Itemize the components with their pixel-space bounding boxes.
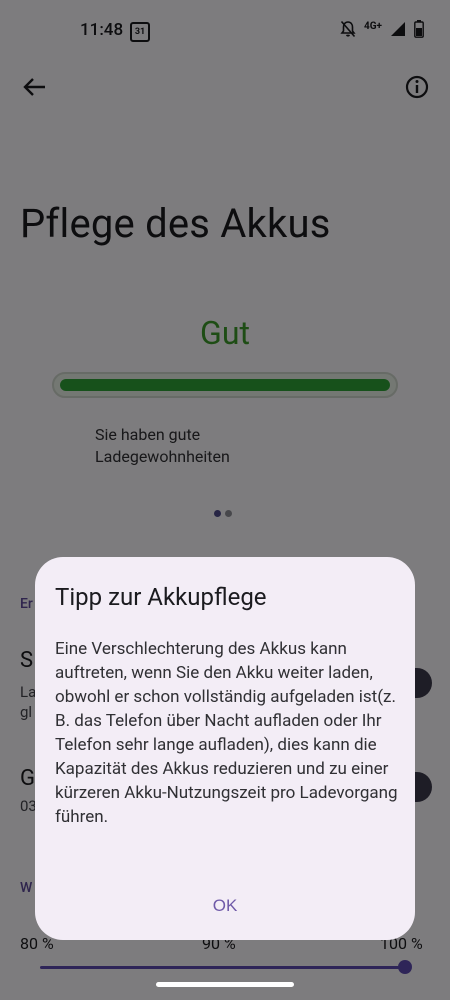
gesture-nav-handle[interactable] (156, 982, 294, 987)
battery-care-screen: 11:48 31 4G+ (0, 0, 450, 1000)
battery-care-tip-dialog: Tipp zur Akkupflege Eine Verschlechterun… (35, 557, 415, 940)
ok-button[interactable]: OK (195, 887, 255, 923)
dialog-body: Eine Verschlechterung des Akkus kann auf… (55, 639, 398, 827)
dialog-title: Tipp zur Akkupflege (55, 583, 267, 611)
